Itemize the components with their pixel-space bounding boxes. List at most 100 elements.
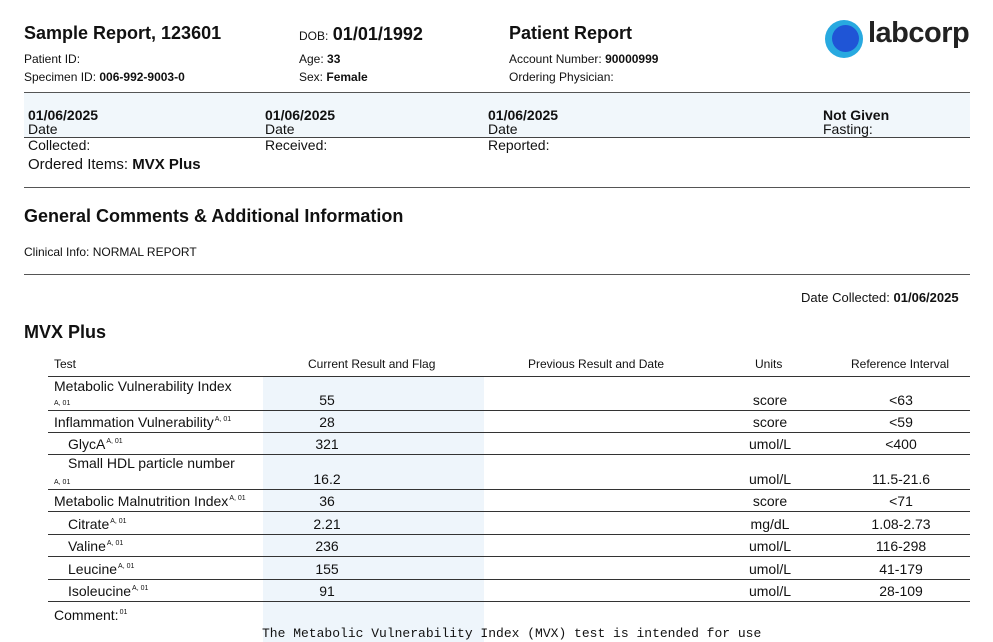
patient-id-label: Patient ID: [24,52,81,66]
test-name: Small HDL particle number [68,455,235,471]
test-sup: A, 01 [106,540,124,548]
table-row-divider [48,601,970,602]
fasting-label: Fasting: [823,121,873,137]
units: umol/L [748,538,792,554]
labcorp-logo-icon [825,20,863,58]
test-name-text: Leucine [68,561,118,577]
comment-sup: 01 [119,609,128,617]
sex: Sex: Female [299,70,368,84]
panel-date-collected: Date Collected: 01/06/2025 [801,290,959,305]
col-header-current: Current Result and Flag [308,357,436,371]
test-name: Metabolic Malnutrition IndexA, 01 [54,493,246,509]
test-name-text: Inflammation Vulnerability [54,414,214,430]
panel-date-collected-label: Date Collected: [801,290,890,305]
fasting: Fasting: Not Given [823,107,889,137]
age: Age: 33 [299,52,340,66]
specimen-id-label: Specimen ID: [24,70,97,84]
col-header-previous: Previous Result and Date [528,357,665,371]
test-sup: A, 01 [229,495,246,503]
age-value: 33 [327,52,341,66]
ordered-items-value: MVX Plus [132,156,201,173]
reference-interval: <400 [885,436,917,452]
current-result: 155 [315,561,339,577]
comments-title: General Comments & Additional Informatio… [24,206,404,226]
reference-interval: <71 [889,493,913,509]
test-name-text: Citrate [68,516,110,532]
reference-interval: <63 [889,392,913,408]
units: score [752,392,788,408]
current-result: 2.21 [313,516,341,532]
units: umol/L [748,471,792,487]
col-header-reference: Reference Interval [851,357,950,371]
date-collected: Date Collected: 01/06/2025 [28,107,98,153]
current-result: 36 [319,493,335,509]
table-row-divider [48,556,970,557]
test-name-text: Isoleucine [68,583,132,599]
test-sup: A, 01 [110,518,127,526]
test-name: Inflammation VulnerabilityA, 01 [54,414,231,430]
test-name: CitrateA, 01 [68,516,127,532]
units: umol/L [748,436,792,452]
date-reported: Date Reported: 01/06/2025 [488,107,558,153]
table-row-divider [48,489,970,490]
dob: DOB: 01/01/1992 [299,24,423,45]
current-result: 16.2 [313,471,341,487]
date-collected-label: Date Collected: [28,121,91,153]
comment-label: Comment: [54,607,119,623]
dates-band: Date Collected: 01/06/2025 Date Received… [24,93,970,153]
account-value: 90000999 [605,52,659,66]
test-sup: A, 01 [118,563,135,571]
report-title: Patient Report [509,23,633,43]
reference-interval: 28-109 [879,583,923,599]
reference-interval: <59 [889,414,913,430]
ordered-items-label: Ordered Items: [28,156,129,173]
specimen-id: Specimen ID: 006-992-9003-0 [24,70,185,84]
reference-interval: 1.08-2.73 [871,516,931,532]
reference-interval: 11.5-21.6 [871,471,931,487]
date-received: Date Received: 01/06/2025 [265,107,335,153]
test-name-text: Metabolic Vulnerability Index [54,378,232,394]
test-sup: A, 01 [54,479,71,486]
test-sup: A, 01 [54,400,71,407]
dob-value: 01/01/1992 [332,24,423,44]
test-name: GlycAA, 01 [68,436,123,452]
test-sup: A, 01 [132,585,149,593]
ordered-items: Ordered Items: MVX Plus [28,156,201,173]
test-name: ValineA, 01 [68,538,123,554]
reference-interval: 116-298 [875,538,927,554]
reference-interval: 41-179 [879,561,923,577]
table-header-divider [48,376,970,377]
current-result: 28 [319,414,335,430]
table-row-divider [48,534,970,535]
test-sup: A, 01 [106,438,123,446]
table-row-divider [48,410,970,411]
dob-label: DOB: [299,29,329,43]
comment: Comment:01 [54,607,127,623]
test-name-text: Small HDL particle number [68,455,235,471]
test-name: IsoleucineA, 01 [68,583,148,599]
sex-label: Sex: [299,70,324,84]
report-patient-name: Sample Report, 123601 [24,23,222,43]
units: umol/L [748,561,792,577]
test-name-text: Metabolic Malnutrition Index [54,493,229,509]
labcorp-logo-text: labcorp [868,17,970,49]
table-row-divider [48,579,970,580]
date-received-label: Date Received: [265,121,328,153]
units: score [752,414,788,430]
test-name: Metabolic Vulnerability Index [54,378,232,394]
panel-date-collected-value: 01/06/2025 [893,290,959,305]
account-label: Account Number: [509,52,602,66]
units: score [752,493,788,509]
date-reported-label: Date Reported: [488,121,550,153]
sex-value: Female [326,70,368,84]
current-result: 321 [315,436,339,452]
table-row-divider [48,432,970,433]
test-name: LeucineA, 01 [68,561,134,577]
age-label: Age: [299,52,324,66]
account-number: Account Number: 90000999 [509,52,658,66]
col-header-units: Units [755,357,783,371]
col-header-test: Test [54,357,77,371]
clinical-info: Clinical Info: NORMAL REPORT [24,245,197,259]
ordering-physician-label: Ordering Physician: [509,70,614,84]
specimen-id-value: 006-992-9003-0 [99,70,185,84]
